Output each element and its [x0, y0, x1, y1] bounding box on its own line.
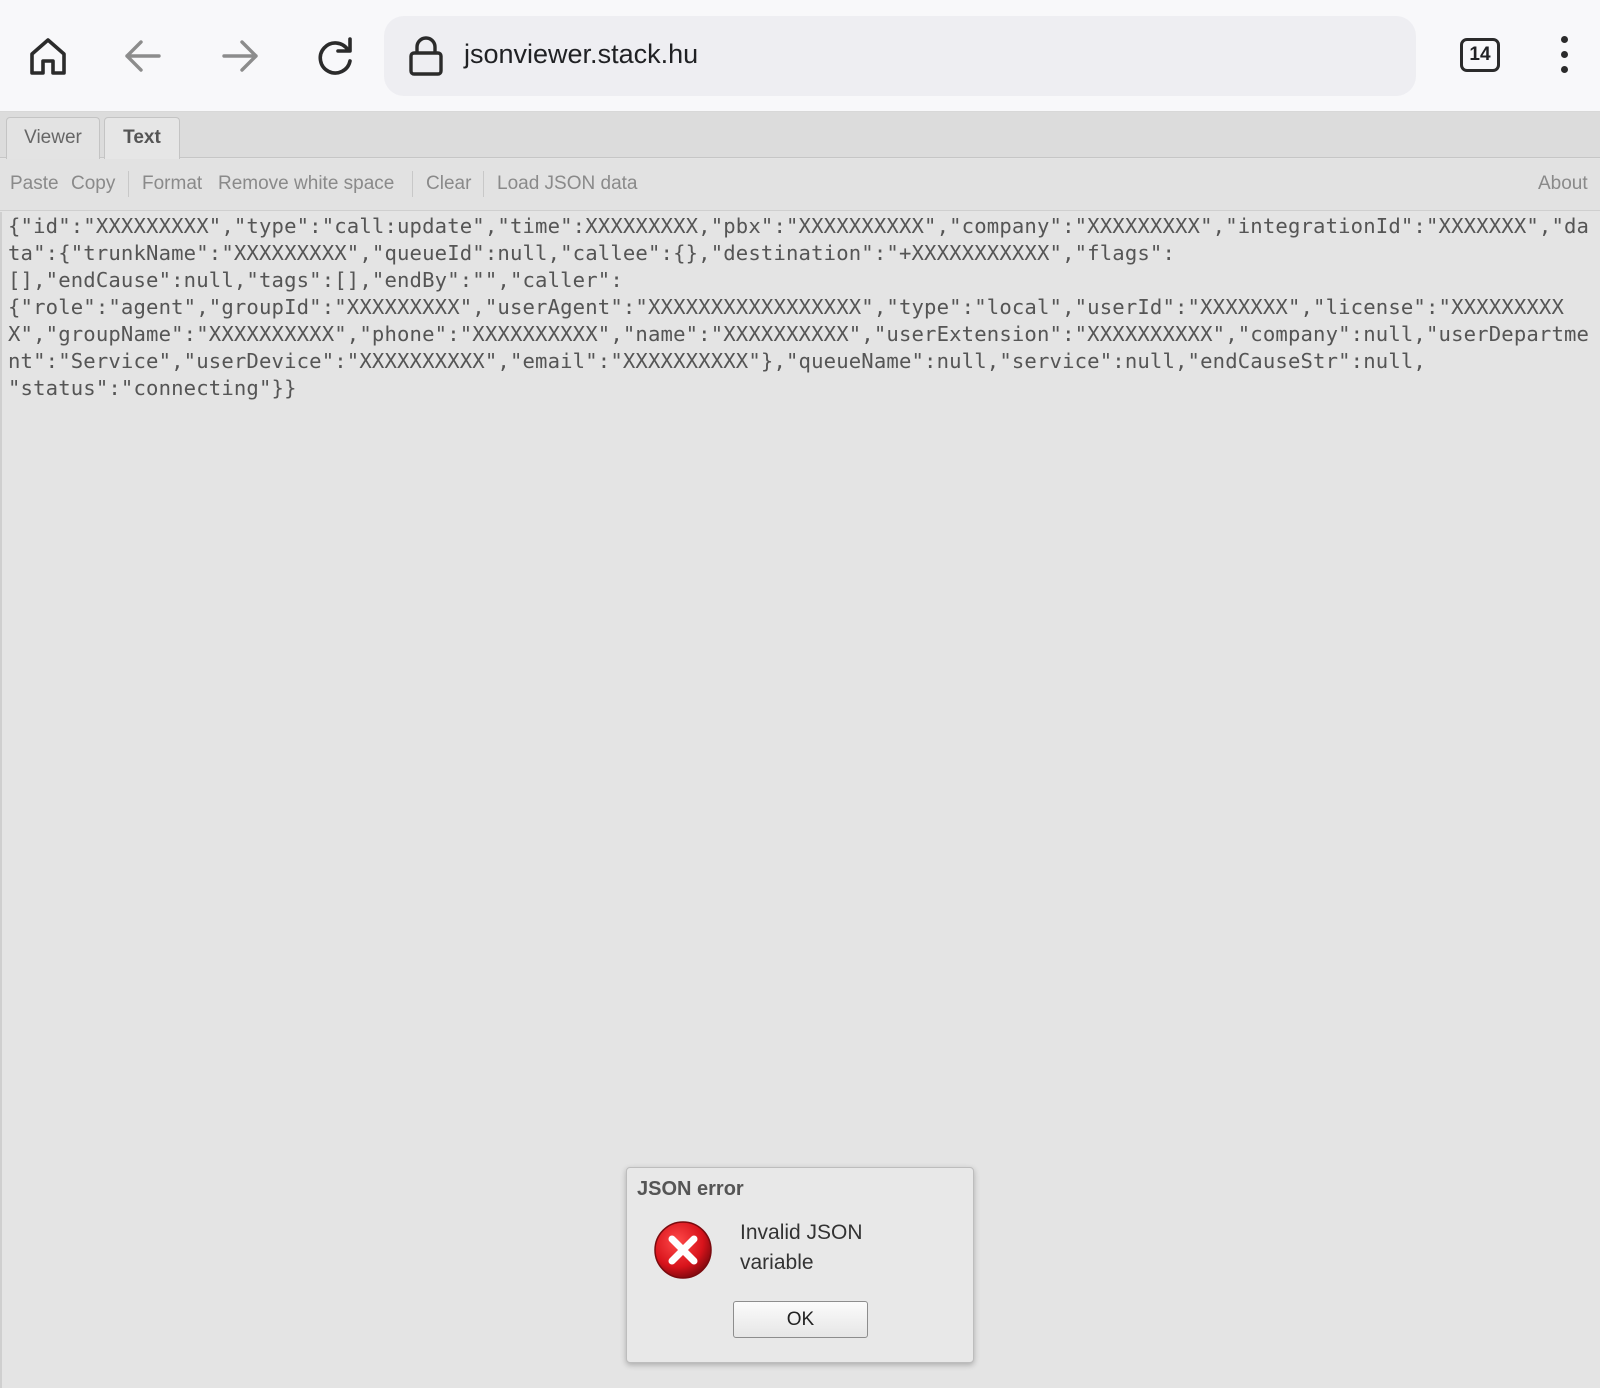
about-link[interactable]: About — [1538, 173, 1588, 195]
tab-switcher-button[interactable]: 14 — [1460, 38, 1500, 72]
toolbar-divider — [128, 171, 129, 197]
reload-icon — [318, 37, 352, 75]
forward-button[interactable] — [210, 26, 270, 86]
dialog-title: JSON error — [637, 1178, 744, 1200]
home-icon — [30, 38, 66, 75]
clear-button[interactable]: Clear — [426, 173, 471, 195]
paste-button[interactable]: Paste — [10, 173, 59, 195]
json-error-dialog: JSON error Invalid JSON variable OK — [626, 1167, 974, 1363]
browser-toolbar: jsonviewer.stack.hu 14 — [0, 0, 1600, 112]
view-tabs: Viewer Text — [0, 112, 1600, 160]
toolbar-divider — [412, 171, 413, 197]
ok-button[interactable]: OK — [733, 1301, 868, 1338]
copy-button[interactable]: Copy — [71, 173, 115, 195]
back-button[interactable] — [113, 26, 173, 86]
editor-border — [0, 212, 2, 1388]
error-icon — [654, 1221, 712, 1279]
tab-viewer[interactable]: Viewer — [6, 117, 100, 159]
url-text[interactable]: jsonviewer.stack.hu — [464, 39, 698, 70]
tab-text[interactable]: Text — [104, 117, 180, 160]
arrow-right-icon — [222, 40, 258, 72]
remove-white-space-button[interactable]: Remove white space — [218, 173, 394, 195]
editor-toolbar: Paste Copy Format Remove white space Cle… — [0, 159, 1600, 211]
dialog-message: Invalid JSON variable — [740, 1221, 863, 1274]
lock-icon — [409, 36, 443, 76]
toolbar-divider — [483, 171, 484, 197]
address-bar[interactable]: jsonviewer.stack.hu — [384, 16, 1416, 96]
reload-button[interactable] — [305, 26, 365, 86]
load-json-data-button[interactable]: Load JSON data — [497, 173, 637, 195]
format-button[interactable]: Format — [142, 173, 202, 195]
home-button[interactable] — [18, 26, 78, 86]
json-text-area[interactable]: {"id":"XXXXXXXXX","type":"call:update","… — [8, 213, 1596, 402]
kebab-menu-icon[interactable] — [1550, 30, 1578, 82]
arrow-left-icon — [125, 40, 161, 72]
